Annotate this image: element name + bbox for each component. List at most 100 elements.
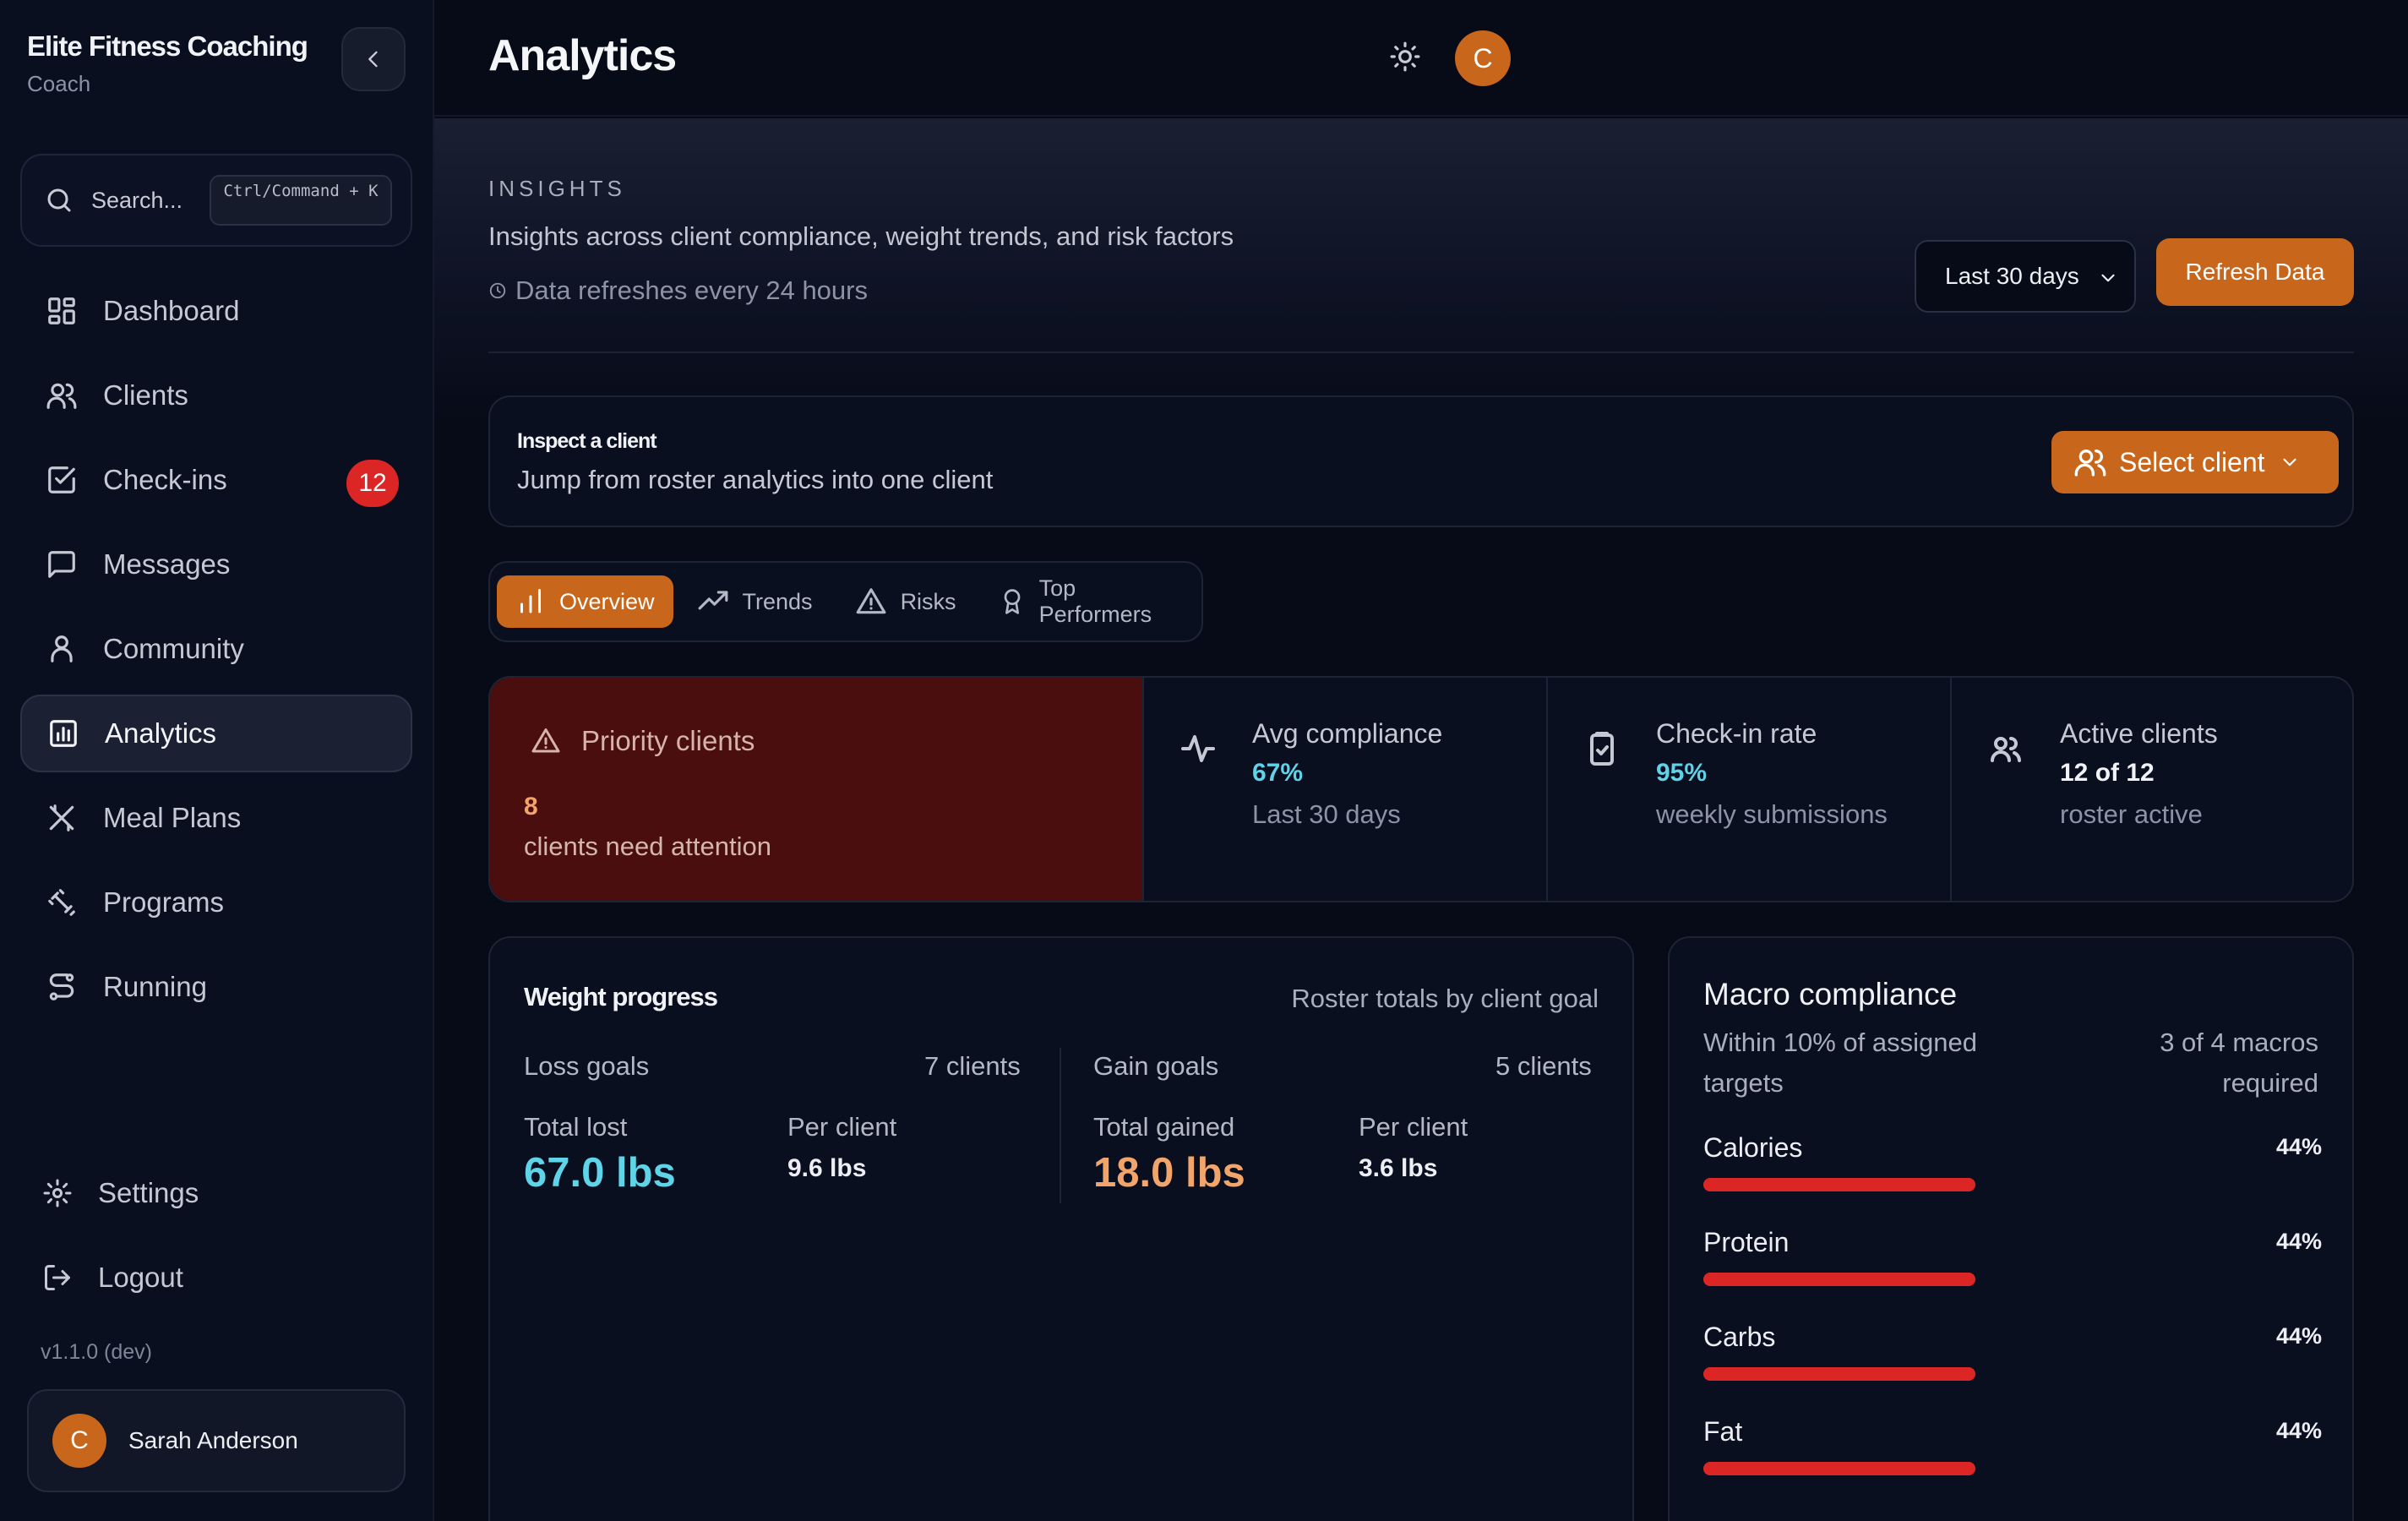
gain-goals-count: 5 clients: [1495, 1051, 1592, 1081]
users-icon: [1991, 737, 2021, 762]
theme-toggle-button[interactable]: [1389, 41, 1421, 73]
macro-bar-track: [1703, 1367, 2322, 1381]
column-divider: [1060, 1048, 1061, 1203]
macro-row-carbs: Carbs 44%: [1703, 1322, 2322, 1389]
chevron-down-icon: [2282, 458, 2296, 466]
sidebar-item-dashboard[interactable]: Dashboard: [20, 272, 412, 350]
tab-overview[interactable]: Overview: [497, 575, 673, 628]
priority-description: clients need attention: [524, 831, 771, 861]
active-clients-card: Active clients 12 of 12 roster active: [1950, 678, 2352, 901]
macro-required-note: 3 of 4 macros required: [2160, 1028, 2318, 1098]
sidebar-item-logout[interactable]: Logout: [20, 1239, 412, 1317]
brand-name: Elite Fitness Coaching: [27, 30, 308, 62]
macro-percent: 44%: [2275, 1134, 2322, 1159]
loss-per-client-value: 9.6 lbs: [787, 1154, 867, 1182]
macro-name: Fat: [1703, 1416, 1743, 1447]
chevron-left-icon: [368, 51, 378, 68]
analytics-tabs: Overview Trends Risks Top Performers: [488, 561, 1203, 642]
stat-title: Avg compliance: [1252, 718, 1443, 749]
stat-subtitle: roster active: [2060, 799, 2203, 829]
sidebar-item-label: Analytics: [105, 717, 217, 749]
refresh-data-button[interactable]: Refresh Data: [2156, 238, 2354, 306]
stat-subtitle: Last 30 days: [1252, 799, 1401, 829]
tab-label: Top Performers: [1038, 575, 1152, 627]
page-title: Analytics: [488, 31, 677, 80]
user-profile-button[interactable]: C Sarah Anderson: [27, 1389, 406, 1492]
gain-per-client-label: Per client: [1359, 1112, 1468, 1142]
warning-icon: [856, 588, 885, 614]
brand: Elite Fitness Coaching Coach: [27, 30, 308, 97]
macro-row-fat: Fat 44%: [1703, 1416, 2322, 1484]
search-icon: [47, 188, 71, 212]
macro-row-protein: Protein 44%: [1703, 1227, 2322, 1295]
sidebar-item-label: Programs: [103, 886, 225, 918]
loss-goals-count: 7 clients: [924, 1051, 1021, 1081]
check-ins-count-badge: 12: [346, 460, 399, 507]
stat-title: Check-in rate: [1656, 718, 1817, 749]
gain-goals-label: Gain goals: [1093, 1051, 1219, 1081]
refresh-note: Data refreshes every 24 hours: [488, 275, 868, 306]
date-range-select[interactable]: Last 30 days: [1915, 240, 2136, 313]
sidebar-item-label: Clients: [103, 379, 188, 411]
inspect-client-card: Inspect a client Jump from roster analyt…: [488, 395, 2354, 527]
sidebar-item-community[interactable]: Community: [20, 610, 412, 688]
weight-progress-note: Roster totals by client goal: [1291, 984, 1599, 1013]
sidebar-item-label: Community: [103, 633, 244, 664]
tab-top-performers[interactable]: Top Performers: [980, 575, 1196, 628]
priority-clients-card[interactable]: Priority clients 8 clients need attentio…: [490, 678, 1142, 901]
header-avatar[interactable]: C: [1455, 30, 1511, 86]
gear-icon: [43, 1179, 72, 1208]
logout-icon: [45, 1265, 70, 1290]
bar-chart-icon: [520, 589, 541, 613]
sidebar: Elite Fitness Coaching Coach Search... C…: [0, 0, 434, 1521]
priority-count: 8: [524, 793, 538, 820]
utensils-icon: [49, 804, 74, 831]
sidebar-bottom-nav: Settings Logout: [20, 1154, 412, 1323]
stat-value: 95%: [1656, 759, 1708, 787]
tab-label: Overview: [559, 588, 655, 614]
checkbox-icon: [48, 466, 75, 493]
macro-bar-track: [1703, 1178, 2322, 1191]
main-content: INSIGHTS Insights across client complian…: [434, 118, 2408, 1521]
sidebar-item-running[interactable]: Running: [20, 948, 412, 1026]
brand-role: Coach: [27, 71, 91, 96]
select-client-button[interactable]: Select client: [2051, 431, 2339, 493]
clipboard-check-icon: [1590, 732, 1614, 766]
inspect-title: Inspect a client: [517, 429, 657, 453]
award-icon: [1004, 589, 1020, 614]
chart-icon: [50, 720, 77, 747]
sidebar-item-programs[interactable]: Programs: [20, 864, 412, 941]
sidebar-item-clients[interactable]: Clients: [20, 357, 412, 434]
sidebar-item-label: Meal Plans: [103, 802, 242, 833]
trending-up-icon: [698, 591, 727, 610]
weight-progress-title: Weight progress: [524, 982, 718, 1011]
search-shortcut: Ctrl/Command + K: [210, 175, 392, 226]
sidebar-item-settings[interactable]: Settings: [20, 1154, 412, 1232]
tab-label: Risks: [900, 588, 956, 614]
sidebar-item-meal-plans[interactable]: Meal Plans: [20, 779, 412, 857]
sidebar-item-label: Settings: [98, 1177, 199, 1208]
sidebar-item-analytics[interactable]: Analytics: [20, 695, 412, 772]
macro-name: Carbs: [1703, 1322, 1776, 1352]
select-client-label: Select client: [2119, 446, 2265, 477]
user-name: Sarah Anderson: [128, 1427, 298, 1453]
tab-risks[interactable]: Risks: [836, 575, 975, 628]
priority-title: Priority clients: [531, 725, 755, 757]
avatar: C: [52, 1414, 106, 1468]
collapse-sidebar-button[interactable]: [341, 27, 406, 91]
sidebar-item-label: Dashboard: [103, 295, 240, 326]
community-icon: [51, 635, 73, 662]
loss-goals-label: Loss goals: [524, 1051, 650, 1081]
macro-compliance-title: Macro compliance: [1703, 977, 1958, 1011]
macro-compliance-card: Macro compliance Within 10% of assigned …: [1668, 936, 2354, 1521]
macro-name: Protein: [1703, 1227, 1790, 1257]
tab-trends[interactable]: Trends: [678, 575, 831, 628]
divider: [488, 352, 2354, 353]
sidebar-item-messages[interactable]: Messages: [20, 526, 412, 603]
search-button[interactable]: Search... Ctrl/Command + K: [20, 154, 412, 247]
sidebar-item-check-ins[interactable]: Check-ins 12: [20, 441, 412, 519]
tab-label: Trends: [742, 588, 813, 614]
macro-bar-fill: [1703, 1367, 1976, 1381]
sun-icon: [1390, 41, 1420, 72]
top-header: Analytics C: [434, 0, 2408, 117]
